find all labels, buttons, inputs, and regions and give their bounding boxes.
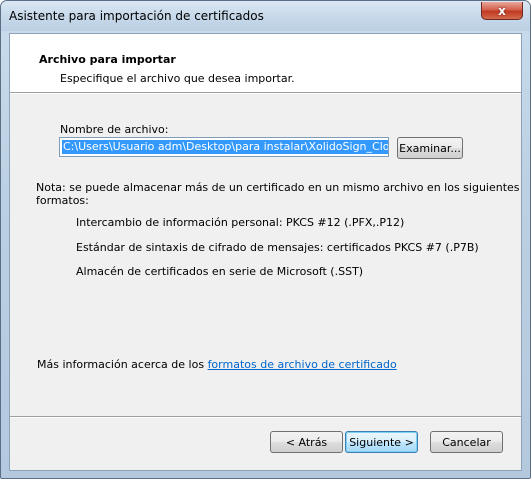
page-title: Archivo para importar [39, 53, 176, 66]
note-line-1: Nota: se puede almacenar más de un certi… [36, 181, 520, 194]
header-divider [10, 92, 521, 94]
wizard-header: Archivo para importar Especifique el arc… [10, 34, 521, 92]
back-button[interactable]: < Atrás [270, 431, 343, 453]
footer-divider [10, 416, 521, 418]
file-name-label: Nombre de archivo: [60, 123, 169, 136]
dialog-body: Archivo para importar Especifique el arc… [9, 33, 522, 471]
close-icon: x [498, 3, 506, 18]
wizard-window: Asistente para importación de certificad… [0, 0, 531, 479]
file-name-value: C:\Users\Usuario adm\Desktop\para instal… [62, 140, 388, 154]
format-item-pfx: Intercambio de información personal: PKC… [76, 216, 405, 229]
next-button[interactable]: Siguiente > [345, 431, 418, 453]
window-title: Asistente para importación de certificad… [9, 9, 264, 23]
note-line-2: formatos: [36, 194, 89, 207]
more-info-prefix: Más información acerca de los [37, 358, 208, 371]
format-item-sst: Almacén de certificados en serie de Micr… [76, 265, 364, 278]
formats-help-link[interactable]: formatos de archivo de certificado [208, 358, 397, 371]
close-button[interactable]: x [481, 2, 523, 20]
browse-button[interactable]: Examinar... [397, 137, 463, 159]
more-info-text: Más información acerca de los formatos d… [37, 358, 397, 371]
cancel-button[interactable]: Cancelar [430, 431, 503, 453]
file-name-input[interactable]: C:\Users\Usuario adm\Desktop\para instal… [59, 137, 389, 157]
page-subtitle: Especifique el archivo que desea importa… [60, 72, 295, 85]
format-item-p7b: Estándar de sintaxis de cifrado de mensa… [76, 241, 479, 254]
title-bar[interactable]: Asistente para importación de certificad… [1, 1, 530, 31]
